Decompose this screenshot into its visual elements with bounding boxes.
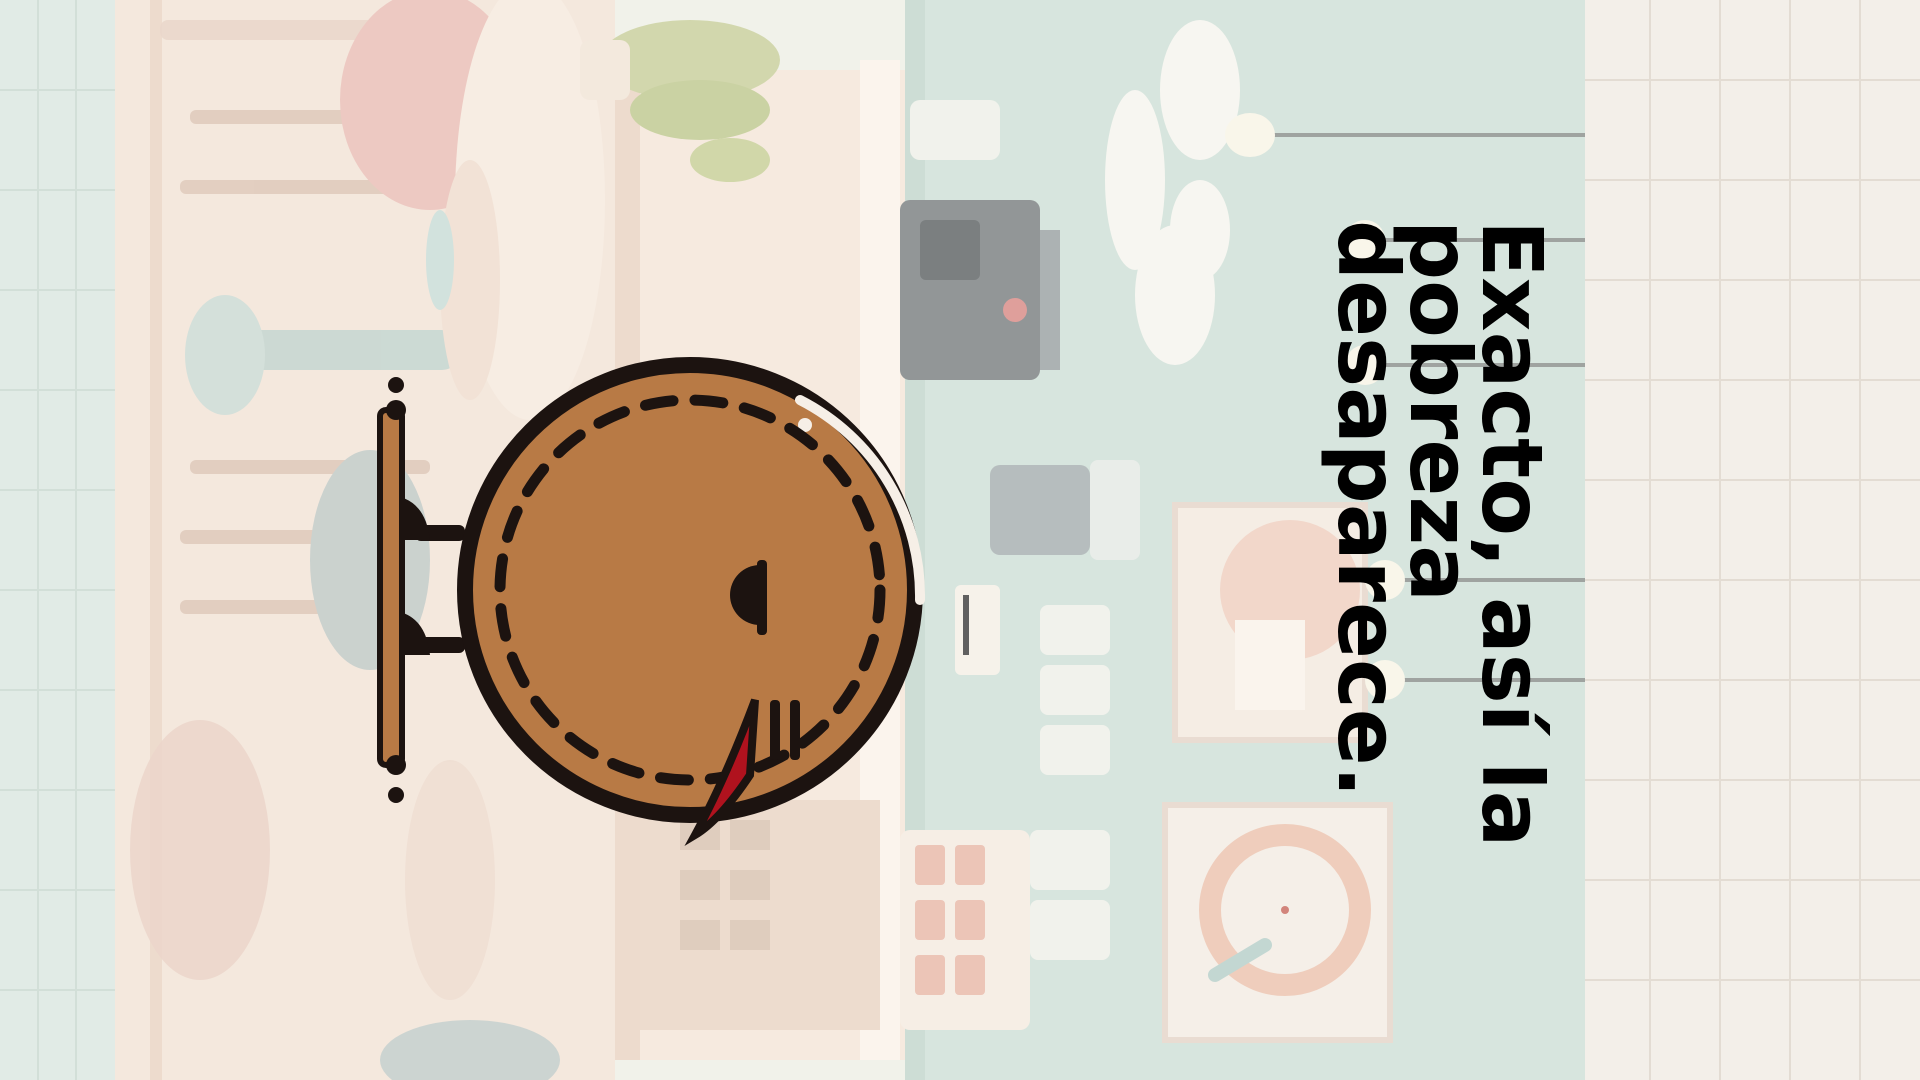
caption-text: Exacto, así la pobreza desaparece.: [1319, 220, 1561, 848]
cafe-background-illustration: [0, 0, 1920, 1080]
scene-stage: Exacto, así la pobreza desaparece.: [0, 0, 1920, 1080]
